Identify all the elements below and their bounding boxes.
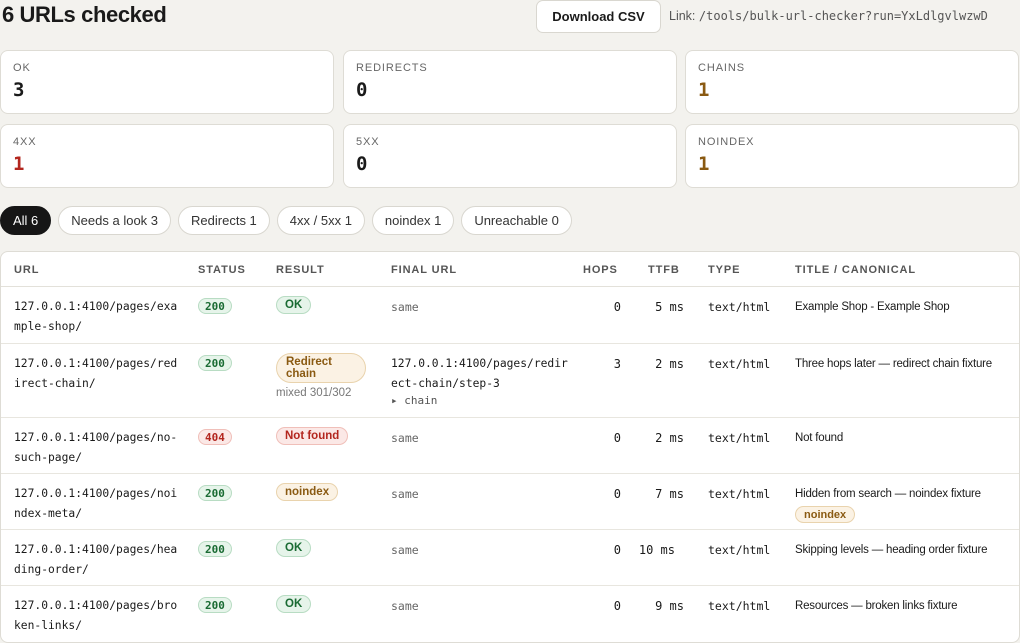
column-header[interactable]: STATUS: [198, 264, 246, 276]
final-url[interactable]: 127.0.0.1:4100/pages/redirect-chain/step…: [391, 354, 571, 394]
content-type: text/html: [708, 357, 771, 371]
table-header: URL STATUS RESULT FINAL URL HOPS TTFB TY…: [1, 252, 1019, 287]
hops-count: 0: [613, 300, 621, 314]
download-csv-button[interactable]: Download CSV: [536, 0, 661, 33]
column-header[interactable]: TTFB: [648, 264, 680, 276]
stat-label: 4XX: [13, 136, 37, 148]
content-type: text/html: [708, 300, 771, 314]
stat-label: OK: [13, 62, 31, 74]
stat-card-4xx: 4XX 1: [0, 124, 334, 188]
row-url[interactable]: 127.0.0.1:4100/pages/broken-links/: [14, 596, 179, 636]
result-badge: OK: [276, 595, 312, 613]
ttfb-value: 7 ms: [655, 487, 684, 501]
row-url[interactable]: 127.0.0.1:4100/pages/example-shop/: [14, 297, 179, 337]
page-title-canonical: Resources — broken links fixture: [795, 600, 958, 612]
filter-all[interactable]: All 6: [0, 206, 52, 235]
share-link: Link: /tools/bulk-url-checker?run=YxLdlg…: [669, 9, 988, 23]
table-row[interactable]: 127.0.0.1:4100/pages/no-such-page/ 404 N…: [1, 418, 1019, 474]
column-header[interactable]: FINAL URL: [391, 264, 457, 276]
noindex-badge: noindex: [795, 506, 856, 523]
page-title-canonical: Example Shop - Example Shop: [795, 301, 950, 313]
stat-card-ok: OK 3: [0, 50, 334, 114]
content-type: text/html: [708, 543, 771, 557]
hops-count: 0: [613, 487, 621, 501]
stat-label: NOINDEX: [698, 136, 755, 148]
status-badge: 200: [198, 298, 232, 314]
ttfb-value: 5 ms: [655, 300, 684, 314]
column-header[interactable]: RESULT: [276, 264, 325, 276]
table-row[interactable]: 127.0.0.1:4100/pages/noindex-meta/ 200 n…: [1, 474, 1019, 530]
stat-card-redirects: REDIRECTS 0: [343, 50, 677, 114]
result-badge: noindex: [276, 483, 339, 501]
row-url[interactable]: 127.0.0.1:4100/pages/redirect-chain/: [14, 354, 179, 394]
stat-label: REDIRECTS: [356, 62, 428, 74]
stat-card-noindex: NOINDEX 1: [685, 124, 1019, 188]
stat-card-chains: CHAINS 1: [685, 50, 1019, 114]
table-row[interactable]: 127.0.0.1:4100/pages/heading-order/ 200 …: [1, 530, 1019, 586]
stat-label: CHAINS: [698, 62, 745, 74]
stat-card-5xx: 5XX 0: [343, 124, 677, 188]
column-header[interactable]: TITLE / CANONICAL: [795, 264, 916, 276]
result-badge: Redirect chain: [276, 353, 366, 383]
hops-count: 0: [613, 431, 621, 445]
column-header[interactable]: TYPE: [708, 264, 740, 276]
row-url[interactable]: 127.0.0.1:4100/pages/noindex-meta/: [14, 484, 179, 524]
stat-value: 0: [356, 79, 368, 101]
page-title-canonical: Hidden from search — noindex fixture: [795, 488, 981, 500]
content-type: text/html: [708, 487, 771, 501]
status-badge: 404: [198, 429, 232, 445]
page-title-canonical: Not found: [795, 432, 844, 444]
table-row[interactable]: 127.0.0.1:4100/pages/example-shop/ 200 O…: [1, 287, 1019, 344]
filter-unreachable[interactable]: Unreachable 0: [461, 206, 572, 235]
row-url[interactable]: 127.0.0.1:4100/pages/heading-order/: [14, 540, 179, 580]
ttfb-value: 2 ms: [655, 431, 684, 445]
final-url: same: [391, 543, 419, 557]
column-header[interactable]: URL: [14, 264, 39, 276]
final-url: same: [391, 300, 419, 314]
stat-value: 1: [698, 79, 710, 101]
row-url[interactable]: 127.0.0.1:4100/pages/no-such-page/: [14, 428, 179, 468]
filter-noindex[interactable]: noindex 1: [371, 206, 455, 235]
final-url: same: [391, 599, 419, 613]
stat-label: 5XX: [356, 136, 380, 148]
share-link-url[interactable]: /tools/bulk-url-checker?run=YxLdlgvlwzwD: [699, 9, 988, 23]
results-table: URL STATUS RESULT FINAL URL HOPS TTFB TY…: [0, 251, 1020, 643]
page-title: 6 URLs checked: [2, 2, 167, 27]
stat-value: 1: [13, 153, 25, 175]
hops-count: 0: [613, 543, 621, 557]
filter-bar: All 6 Needs a look 3 Redirects 1 4xx / 5…: [0, 206, 572, 235]
hops-count: 0: [613, 599, 621, 613]
redirect-types: mixed 301/302: [276, 387, 352, 399]
ttfb-value: 9 ms: [655, 599, 684, 613]
ttfb-value: 10 ms: [638, 543, 675, 557]
chain-toggle[interactable]: ▸ chain: [391, 394, 437, 407]
hops-count: 3: [613, 357, 621, 371]
status-badge: 200: [198, 355, 232, 371]
page-title-canonical: Three hops later — redirect chain fixtur…: [795, 358, 992, 370]
content-type: text/html: [708, 431, 771, 445]
share-link-label: Link:: [669, 9, 696, 23]
final-url: same: [391, 487, 419, 501]
column-header[interactable]: HOPS: [583, 264, 618, 276]
filter-needs-a-look[interactable]: Needs a look 3: [58, 206, 172, 235]
status-badge: 200: [198, 597, 232, 613]
table-row[interactable]: 127.0.0.1:4100/pages/redirect-chain/ 200…: [1, 344, 1019, 418]
page-title-canonical: Skipping levels — heading order fixture: [795, 544, 988, 556]
filter-4xx-5xx[interactable]: 4xx / 5xx 1: [276, 206, 365, 235]
filter-redirects[interactable]: Redirects 1: [178, 206, 270, 235]
content-type: text/html: [708, 599, 771, 613]
result-badge: Not found: [276, 427, 349, 445]
stat-value: 3: [13, 79, 25, 101]
stat-value: 1: [698, 153, 710, 175]
result-badge: OK: [276, 296, 312, 314]
ttfb-value: 2 ms: [655, 357, 684, 371]
stat-value: 0: [356, 153, 368, 175]
final-url: same: [391, 431, 419, 445]
result-badge: OK: [276, 539, 312, 557]
status-badge: 200: [198, 541, 232, 557]
table-row[interactable]: 127.0.0.1:4100/pages/broken-links/ 200 O…: [1, 586, 1019, 642]
status-badge: 200: [198, 485, 232, 501]
